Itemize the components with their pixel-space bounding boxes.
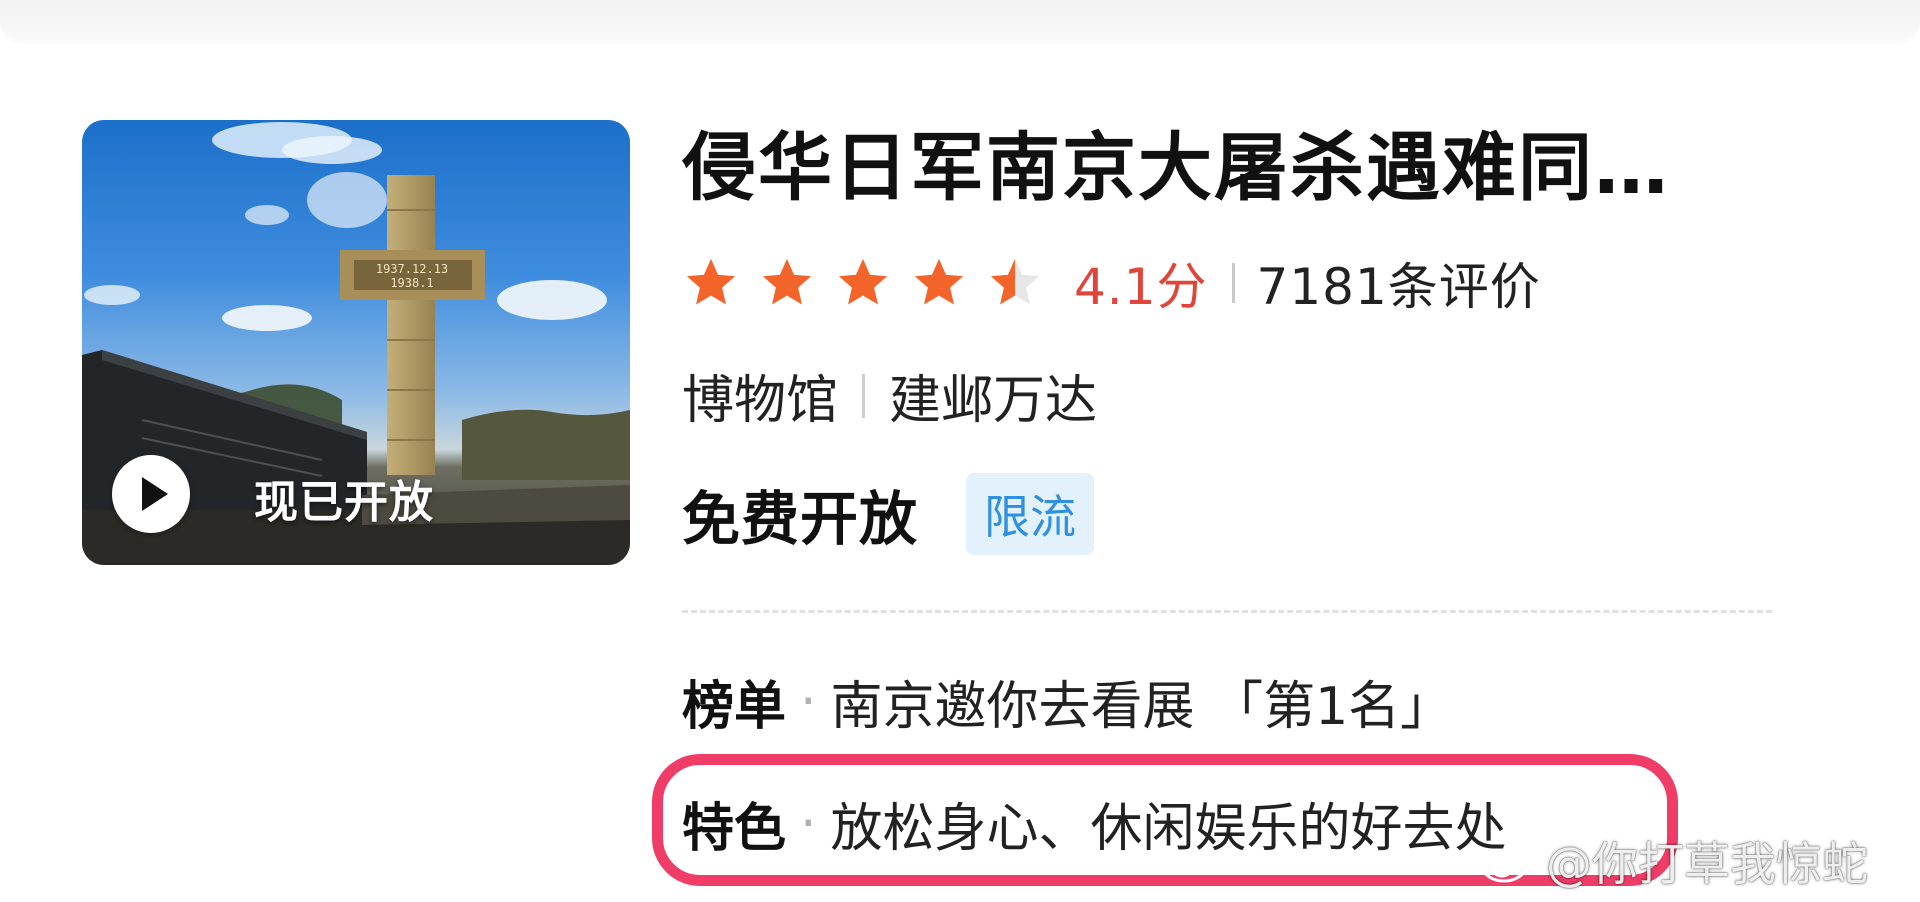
section-divider xyxy=(682,610,1772,613)
rating-divider xyxy=(1231,263,1235,303)
review-count-link[interactable]: 7181条评价 xyxy=(1257,247,1541,319)
admission-text: 免费开放 xyxy=(682,485,919,553)
weibo-logo-icon xyxy=(1481,843,1532,883)
category-label: 博物馆 xyxy=(682,371,839,431)
star-half-icon xyxy=(990,258,1040,305)
rating-score: 4.1分 xyxy=(1074,258,1208,316)
ranking-row[interactable]: 榜单 · 南京邀你去看展 「第1名」 xyxy=(682,664,1452,739)
star-full-icon xyxy=(762,258,812,305)
top-bar xyxy=(0,0,1920,44)
rating-row[interactable]: 4.1分 7181条评价 xyxy=(682,248,1541,318)
category-row: 博物馆 建邺万达 xyxy=(682,358,1097,433)
star-full-icon xyxy=(686,258,736,305)
star-rating xyxy=(682,254,1044,312)
ranking-value: 南京邀你去看展 「第1名」 xyxy=(830,677,1453,737)
area-label[interactable]: 建邺万达 xyxy=(889,358,1097,433)
star-full-icon xyxy=(914,258,964,305)
watermark: @你打草我惊蛇 xyxy=(1480,828,1868,894)
play-icon xyxy=(142,477,168,511)
poi-thumbnail-video[interactable]: 1937.12.13 1938.1 现已开放 xyxy=(82,120,630,565)
cross-date-top: 1937.12.13 xyxy=(376,262,448,276)
thumbnail-overlay-label: 现已开放 xyxy=(254,477,434,528)
admission-row: 免费开放 限流 xyxy=(682,472,1095,556)
crowd-limit-badge: 限流 xyxy=(966,473,1095,555)
star-full-icon xyxy=(838,258,888,305)
cross-date-bottom: 1938.1 xyxy=(390,276,433,290)
poi-detail-card: 1937.12.13 1938.1 现已开放 侵华日军南京大屠杀遇难同… 4.1… xyxy=(0,0,1920,902)
poi-title[interactable]: 侵华日军南京大屠杀遇难同… xyxy=(682,108,1822,215)
ranking-label: 榜单 xyxy=(682,677,787,737)
watermark-text: @你打草我惊蛇 xyxy=(1546,837,1868,891)
category-divider xyxy=(862,373,866,418)
play-button[interactable] xyxy=(112,455,190,533)
ranking-dot: · xyxy=(800,671,817,732)
